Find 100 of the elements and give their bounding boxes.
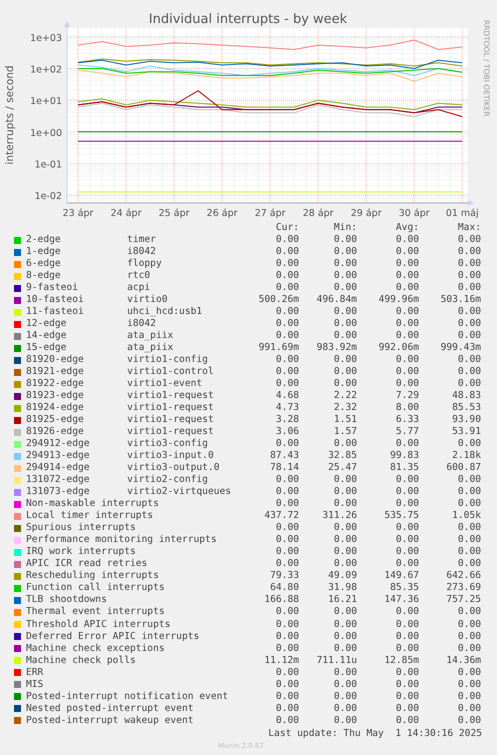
value-cell-text: 0.00 xyxy=(274,702,300,715)
value-cell-text: 983.92m xyxy=(316,342,358,354)
legend-label: 10-fasteoi xyxy=(26,294,85,306)
value-cell-text: 64.80 xyxy=(269,582,300,594)
value-cell-text: 0.00 xyxy=(456,354,482,366)
value-cell-text: 0.00 xyxy=(456,486,482,498)
value-cell-text: 0.00 xyxy=(394,642,420,655)
value-cell-text: 0.00 xyxy=(332,318,358,330)
device-label: floppy xyxy=(127,258,162,270)
legend-label: 131073-edge xyxy=(26,486,91,498)
value-cell-text: 0.00 xyxy=(394,678,420,691)
value-cell-text: 757.25 xyxy=(445,594,482,606)
value-cell-text: 0.00 xyxy=(332,282,358,294)
legend-label: Performance monitoring interrupts xyxy=(26,534,217,546)
legend-label: MIS xyxy=(26,678,44,691)
y-tick-label: 1e+03 xyxy=(30,32,62,44)
value-cell-text: 0.00 xyxy=(274,270,300,282)
value-cell-text: 0.00 xyxy=(274,378,300,390)
value-cell-text: 0.00 xyxy=(274,666,300,679)
chart-title: Individual interrupts - by week xyxy=(148,12,348,27)
device-label: i8042 xyxy=(127,318,156,330)
value-cell-text: 8.00 xyxy=(394,402,420,414)
legend-label: 294914-edge xyxy=(26,462,91,474)
legend-label: 294913-edge xyxy=(26,450,91,462)
legend-label: Deferred Error APIC interrupts xyxy=(26,630,200,643)
value-cell-text: 0.00 xyxy=(332,258,358,270)
value-cell-text: 5.77 xyxy=(394,426,420,438)
value-cell-text: 0.00 xyxy=(274,546,300,558)
value-cell-text: 48.83 xyxy=(451,390,482,402)
value-cell-text: 0.00 xyxy=(456,642,482,655)
value-cell-text: 0.00 xyxy=(332,354,358,366)
value-cell-text: 0.00 xyxy=(456,666,482,679)
value-cell-text: 0.00 xyxy=(394,270,420,282)
x-tick-label: 26 ápr xyxy=(206,208,238,219)
legend-label: 1-edge xyxy=(26,246,62,258)
value-cell-text: 2.22 xyxy=(332,390,358,402)
value-cell-text: 0.00 xyxy=(274,534,300,546)
value-cell-text: 0.00 xyxy=(394,246,420,258)
value-cell-text: 0.00 xyxy=(456,522,482,534)
x-tick-label: 27 ápr xyxy=(254,208,286,219)
value-cell-text: 0.00 xyxy=(332,234,358,246)
value-cell-text: 0.00 xyxy=(394,366,420,378)
value-cell-text: 0.00 xyxy=(456,306,482,318)
value-cell-text: 1.57 xyxy=(332,426,358,438)
legend-label: 14-edge xyxy=(26,330,68,342)
value-cell-text: 992.06m xyxy=(378,342,420,354)
value-cell-text: 711.11u xyxy=(316,654,358,667)
value-cell-text: 0.00 xyxy=(332,474,358,486)
value-cell-text: 0.00 xyxy=(332,246,358,258)
value-cell-text: 642.66 xyxy=(445,570,482,582)
device-label: ata_piix xyxy=(127,342,174,354)
legend-label: 81920-edge xyxy=(26,354,85,366)
value-cell-text: 0.00 xyxy=(274,282,300,294)
value-cell-text: 0.00 xyxy=(394,666,420,679)
device-label: virtio1-control xyxy=(127,366,214,378)
value-cell-text: 0.00 xyxy=(456,438,482,450)
value-cell-text: 0.00 xyxy=(394,522,420,534)
value-cell-text: 0.00 xyxy=(332,522,358,534)
value-cell-text: 11.12m xyxy=(263,654,300,667)
value-cell-text: 0.00 xyxy=(274,486,300,498)
y-tick-label: 1e-02 xyxy=(34,191,62,202)
value-cell-text: 0.00 xyxy=(274,522,300,534)
value-cell-text: 0.00 xyxy=(394,258,420,270)
value-cell-text: 32.85 xyxy=(327,450,358,462)
value-cell-text: 0.00 xyxy=(274,618,300,630)
value-cell-text: 0.00 xyxy=(332,702,358,715)
x-tick-label: 23 ápr xyxy=(62,208,94,219)
value-cell-text: 0.00 xyxy=(274,366,300,378)
column-header: Cur: xyxy=(274,222,300,234)
value-cell-text: 25.47 xyxy=(327,462,358,474)
value-cell-text: 6.33 xyxy=(394,414,420,426)
y-tick-label: 1e+01 xyxy=(30,96,62,108)
value-cell-text: 4.68 xyxy=(274,390,300,402)
value-cell-text: 0.00 xyxy=(456,246,482,258)
value-cell-text: 273.69 xyxy=(445,582,482,594)
value-cell-text: 0.00 xyxy=(332,690,358,703)
legend-label: 81922-edge xyxy=(26,378,85,390)
value-cell-text: 2.32 xyxy=(332,402,358,414)
value-cell-text: 0.00 xyxy=(274,630,300,643)
value-cell-text: 0.00 xyxy=(332,306,358,318)
device-label: virtio1-request xyxy=(127,414,214,426)
value-cell-text: 0.00 xyxy=(394,282,420,294)
value-cell-text: 0.00 xyxy=(332,678,358,691)
value-cell-text: 0.00 xyxy=(394,318,420,330)
value-cell-text: 0.00 xyxy=(394,630,420,643)
legend-label: 9-fasteoi xyxy=(26,282,79,294)
value-cell-text: 0.00 xyxy=(456,546,482,558)
value-cell-text: 0.00 xyxy=(332,642,358,655)
value-cell-text: 16.21 xyxy=(327,594,358,606)
legend-label: Local timer interrupts xyxy=(26,510,154,522)
legend-label: 81926-edge xyxy=(26,426,85,438)
y-tick-label: 1e-01 xyxy=(34,159,62,170)
value-cell-text: 14.36m xyxy=(445,654,482,667)
device-label: virtio2-virtqueues xyxy=(127,486,232,498)
value-cell-text: 85.53 xyxy=(451,402,482,414)
legend-label: Spurious interrupts xyxy=(26,522,136,534)
legend-label: ERR xyxy=(26,666,44,679)
value-cell-text: 0.00 xyxy=(332,378,358,390)
legend-label: 81921-edge xyxy=(26,366,85,378)
value-cell-text: 0.00 xyxy=(456,534,482,546)
